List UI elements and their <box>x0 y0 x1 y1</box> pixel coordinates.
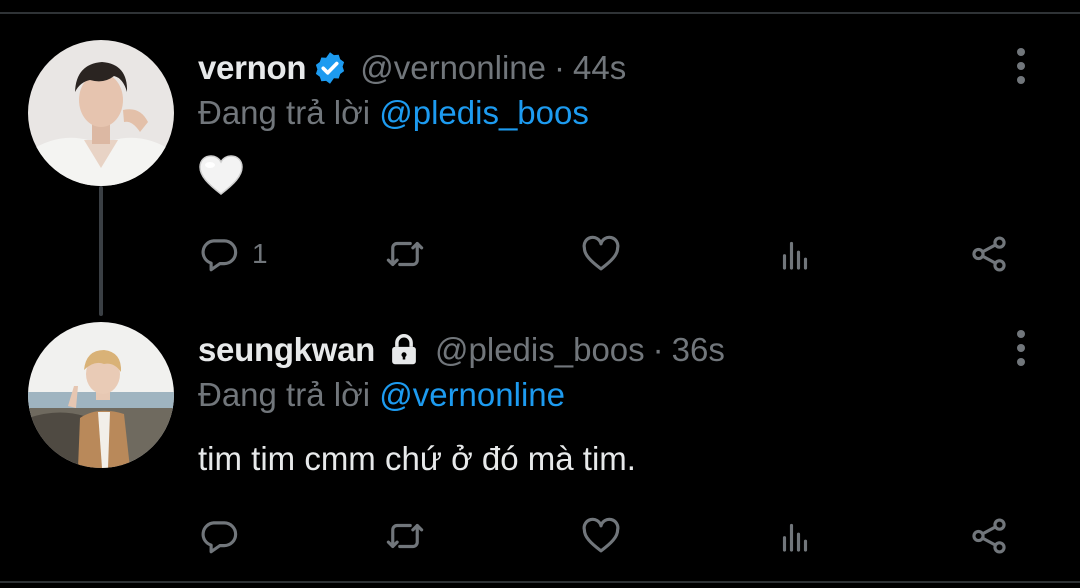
views-button[interactable] <box>774 232 816 276</box>
timestamp[interactable]: 36s <box>672 331 725 369</box>
reply-count: 1 <box>252 238 268 269</box>
tweet-text: tim tim cmm chứ ở đó mà tim. <box>198 440 636 477</box>
tweet-vernon[interactable]: vernon @vernonline · 44s Đang trả lời @p… <box>0 40 1080 290</box>
tweet-actions: 1 <box>198 232 1018 276</box>
replying-to-label: Đang trả lời <box>198 376 371 413</box>
reply-button[interactable] <box>198 514 240 558</box>
like-icon <box>582 235 620 271</box>
replying-to-line: Đang trả lời @vernonline <box>198 376 565 414</box>
protected-lock-icon <box>385 331 423 369</box>
handle[interactable]: @pledis_boos <box>435 331 645 369</box>
replying-to-mention[interactable]: @vernonline <box>379 376 565 413</box>
reply-icon <box>201 239 238 272</box>
views-icon <box>782 523 808 552</box>
display-name[interactable]: seungkwan <box>198 331 375 369</box>
avatar-seungkwan-image <box>28 322 174 468</box>
retweet-button[interactable] <box>384 232 426 276</box>
separator-dot: · <box>652 331 664 368</box>
tweet-header: seungkwan @pledis_boos · 36s <box>198 330 725 370</box>
replying-to-label: Đang trả lời <box>198 94 371 131</box>
bottom-divider <box>0 581 1080 583</box>
separator-dot: · <box>554 49 566 86</box>
avatar-seungkwan[interactable] <box>28 322 174 468</box>
replying-to-line: Đang trả lời @pledis_boos <box>198 94 589 132</box>
more-options-icon[interactable] <box>1008 46 1034 86</box>
share-button[interactable] <box>968 514 1010 558</box>
more-options-icon[interactable] <box>1008 328 1034 368</box>
tweet-seungkwan[interactable]: seungkwan @pledis_boos · 36s Đang trả lờ… <box>0 322 1080 572</box>
replying-to-mention[interactable]: @pledis_boos <box>379 94 589 131</box>
retweet-icon <box>386 241 424 267</box>
views-button[interactable] <box>774 514 816 558</box>
display-name[interactable]: vernon <box>198 49 307 87</box>
handle[interactable]: @vernonline <box>360 49 546 87</box>
share-icon <box>972 236 1006 272</box>
like-button[interactable] <box>580 514 622 558</box>
retweet-icon <box>386 523 424 549</box>
verified-badge-icon <box>312 50 348 86</box>
like-icon <box>582 517 620 553</box>
top-divider <box>0 12 1080 14</box>
reply-button[interactable]: 1 <box>198 232 268 276</box>
avatar-vernon[interactable] <box>28 40 174 186</box>
tweet-actions <box>198 514 1018 558</box>
tweet-header: vernon @vernonline · 44s <box>198 48 626 88</box>
like-button[interactable] <box>580 232 622 276</box>
timestamp[interactable]: 44s <box>573 49 626 87</box>
white-heart-emoji-icon <box>199 155 243 195</box>
views-icon <box>782 241 808 270</box>
avatar-vernon-image <box>28 40 174 186</box>
share-icon <box>972 518 1006 554</box>
share-button[interactable] <box>968 232 1010 276</box>
retweet-button[interactable] <box>384 514 426 558</box>
reply-icon <box>201 521 238 554</box>
